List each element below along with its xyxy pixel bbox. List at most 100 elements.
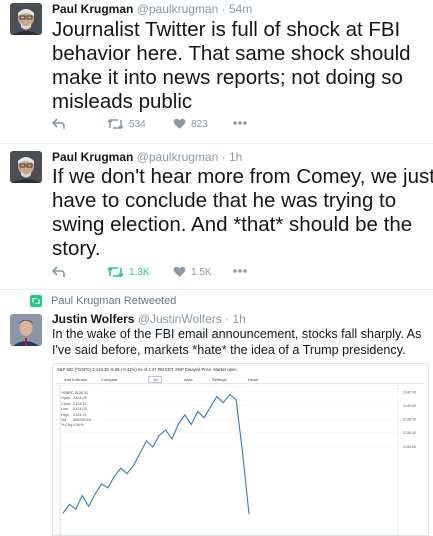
data-point [133, 464, 135, 466]
heart-icon [173, 118, 186, 129]
retweet-context-label[interactable]: Paul Krugman Retweeted [51, 295, 176, 307]
chart-header: S&P 500 (^GSPC) 2,124.38 -8.08 (-0.41%) … [57, 367, 238, 372]
retweet-icon [107, 118, 124, 130]
range-1d-button[interactable]: 1d [148, 376, 163, 383]
author-handle[interactable]: @paulkrugman [137, 150, 219, 164]
retweet-context: Paul Krugman Retweeted [30, 295, 176, 307]
tweet-text: Journalist Twitter is full of shock at F… [52, 18, 411, 113]
price-chart: 2142.00 2140.00 2138.00 2136.00 2134.00 [55, 385, 416, 535]
data-point [177, 423, 179, 425]
compare-button[interactable]: Compare [101, 377, 117, 382]
data-point [235, 399, 237, 401]
chart-tooltip: ^GSPC 2124.11 Open 2124.05 Close 2124.11 L… [61, 391, 101, 429]
data-point [190, 424, 192, 426]
like-button[interactable]: 823 [173, 118, 208, 130]
add-indicator-button[interactable]: Add Indicator [64, 377, 88, 382]
data-point [75, 508, 77, 510]
more-icon [233, 269, 247, 273]
chart-toolbar: Add Indicator Compare 1d Area Settings R… [56, 375, 424, 384]
settings-button[interactable]: Settings [212, 377, 226, 382]
data-point [222, 402, 224, 404]
y-tick-label: 2142.00 [403, 390, 416, 394]
data-point [145, 440, 147, 442]
avatar[interactable] [10, 151, 42, 183]
y-tick-label: 2136.00 [403, 431, 416, 435]
tooltip-key: % Chg [61, 423, 73, 428]
retweet-button[interactable]: 1.3K [107, 266, 150, 278]
chart-image[interactable]: S&P 500 (^GSPC) 2,124.38 -8.08 (-0.41%) … [52, 363, 429, 536]
author-handle[interactable]: @JustinWolfers [138, 312, 222, 326]
tweet-2[interactable]: Paul Krugman @paulkrugman · 1h If we don… [0, 144, 433, 287]
author-name[interactable]: Paul Krugman [52, 150, 133, 164]
like-button[interactable]: 1.5K [173, 266, 212, 278]
retweet-icon [107, 266, 124, 278]
tweet-header: Justin Wolfers @JustinWolfers · 1h [52, 312, 246, 326]
data-point [139, 452, 141, 454]
tweet-actions: 534 823 [52, 118, 312, 134]
reset-button[interactable]: Reset [248, 377, 258, 382]
data-point [165, 429, 167, 431]
chart-plot-area [55, 385, 399, 535]
data-point [152, 446, 154, 448]
data-point [216, 396, 218, 398]
retweet-button[interactable]: 534 [107, 118, 146, 130]
data-point [158, 434, 160, 436]
data-point [197, 411, 199, 413]
data-point [203, 417, 205, 419]
data-point [171, 438, 173, 440]
data-point [68, 503, 70, 505]
data-point [210, 406, 212, 408]
retweet-count: 534 [129, 118, 146, 130]
tooltip-value: 0.06% [73, 423, 84, 428]
timestamp[interactable]: 1h [232, 312, 245, 326]
tweet-3[interactable]: Paul Krugman Retweeted Justin Wolfers @J… [0, 290, 433, 536]
more-icon [233, 121, 247, 125]
retweet-context-icon [30, 295, 42, 307]
tweet-actions: 1.3K 1.5K [52, 266, 312, 282]
separator: · [221, 150, 226, 164]
y-tick-label: 2134.00 [403, 445, 416, 449]
tooltip-value: 468269.69 [73, 418, 91, 423]
avatar[interactable] [10, 314, 42, 346]
separator: · [221, 2, 226, 16]
author-handle[interactable]: @paulkrugman [137, 2, 219, 16]
more-button[interactable] [232, 120, 248, 126]
y-tick-label: 2140.00 [403, 404, 416, 408]
tweet-header: Paul Krugman @paulkrugman · 54m [52, 2, 252, 16]
reply-button[interactable] [52, 266, 65, 278]
like-count: 823 [191, 118, 208, 130]
tweet-text: If we don't hear more from Comey, we jus… [52, 165, 433, 260]
data-point [94, 493, 96, 495]
data-point [242, 452, 244, 454]
author-name[interactable]: Paul Krugman [52, 2, 133, 16]
reply-button[interactable] [52, 118, 65, 130]
data-point [107, 487, 109, 489]
timestamp[interactable]: 54m [229, 2, 252, 16]
area-button[interactable]: Area [184, 377, 192, 382]
data-point [120, 467, 122, 469]
data-point [62, 512, 64, 514]
data-point [100, 483, 102, 485]
retweet-count: 1.3K [129, 266, 150, 278]
tooltip-value: 2124.11 [73, 412, 87, 417]
tweet-text: In the wake of the FBI email announcemen… [52, 327, 422, 357]
tweet-header: Paul Krugman @paulkrugman · 1h [52, 150, 242, 164]
y-tick-label: 2138.00 [403, 418, 416, 422]
data-point [229, 394, 231, 396]
reply-icon [52, 266, 65, 277]
data-point [81, 494, 83, 496]
data-point [184, 414, 186, 416]
author-name[interactable]: Justin Wolfers [52, 312, 134, 326]
heart-icon [173, 266, 186, 277]
separator: · [225, 312, 230, 326]
tooltip-value: 2124.05 [73, 396, 87, 401]
more-button[interactable] [232, 268, 248, 274]
data-point [113, 475, 115, 477]
avatar[interactable] [10, 3, 42, 35]
data-point [88, 505, 90, 507]
tooltip-value: 2124.03 [73, 407, 87, 412]
timestamp[interactable]: 1h [229, 150, 242, 164]
tooltip-value: 2124.11 [73, 401, 87, 406]
tweet-1[interactable]: Paul Krugman @paulkrugman · 54m Journali… [0, 0, 433, 143]
tooltip-row: % Chg0.06% [61, 423, 101, 428]
